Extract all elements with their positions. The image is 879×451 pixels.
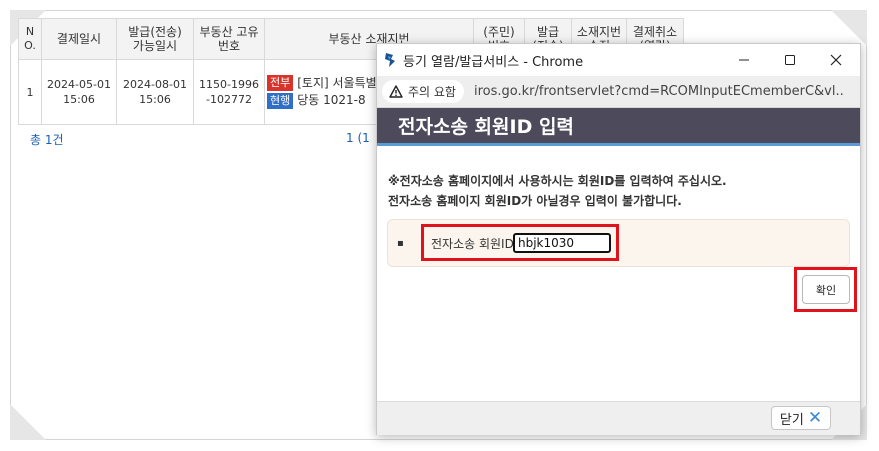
col-header-payment-date: 결제일시 bbox=[41, 18, 117, 60]
window-title: 등기 열람/발급서비스 - Chrome bbox=[403, 54, 584, 70]
property-id-line2: -102772 bbox=[206, 93, 252, 106]
maximize-icon bbox=[785, 55, 795, 65]
col-header-no: N O. bbox=[18, 18, 42, 60]
tag-current: 현행 bbox=[267, 93, 294, 109]
title-bar[interactable]: 등기 열람/발급서비스 - Chrome bbox=[377, 44, 860, 76]
payment-date: 2024-05-01 bbox=[47, 78, 111, 91]
close-icon bbox=[830, 54, 842, 66]
frame-corner bbox=[831, 10, 867, 46]
notice-line1: ※전자소송 홈페이지에서 사용하시는 회원ID를 입력하여 주십시오. bbox=[388, 174, 727, 188]
maximize-button[interactable] bbox=[767, 44, 813, 76]
cell-issue-date: 2024-08-01 15:06 bbox=[116, 59, 194, 125]
minimize-button[interactable] bbox=[721, 44, 767, 76]
notice-text: ※전자소송 홈페이지에서 사용하시는 회원ID를 입력하여 주십시오. 전자소송… bbox=[388, 171, 727, 211]
bullet: ▪ bbox=[397, 238, 404, 249]
close-dialog-label: 닫기 bbox=[779, 412, 804, 428]
total-count: 총 1건 bbox=[30, 133, 64, 147]
cell-property-id: 1150-1996 -102772 bbox=[193, 59, 265, 125]
warning-icon bbox=[389, 85, 403, 98]
cell-no: 1 bbox=[18, 59, 42, 125]
warning-text: 주의 요함 bbox=[408, 85, 456, 99]
frame-corner bbox=[10, 404, 46, 440]
col-header-issue-date: 발급(전송) 가능일시 bbox=[116, 18, 194, 60]
notice-line2: 전자소송 홈페이지 회원ID가 아닐경우 입력이 불가합니다. bbox=[388, 194, 682, 208]
security-warning-chip[interactable]: 주의 요함 bbox=[382, 80, 464, 103]
popup-window: 등기 열람/발급서비스 - Chrome 주의 요함 iros.go.kr/fr… bbox=[376, 43, 861, 435]
dialog-header: 전자소송 회원ID 입력 bbox=[377, 108, 860, 146]
property-id-line1: 1150-1996 bbox=[199, 78, 259, 91]
issue-date: 2024-08-01 bbox=[123, 78, 187, 91]
highlight-box-input bbox=[421, 224, 619, 261]
close-button[interactable] bbox=[813, 44, 859, 76]
address-bar: 주의 요함 iros.go.kr/frontservlet?cmd=RCOMIn… bbox=[377, 76, 860, 108]
close-dialog-button[interactable]: 닫기 ✕ bbox=[771, 406, 831, 430]
payment-time: 15:06 bbox=[63, 93, 95, 106]
pagination[interactable]: 1 (1 bbox=[346, 131, 370, 145]
address-line2: 당동 1021-8 bbox=[297, 93, 366, 107]
app-icon bbox=[385, 53, 395, 67]
col-header-property-id: 부동산 고유번호 bbox=[193, 18, 265, 60]
confirm-button[interactable]: 확인 bbox=[802, 275, 850, 304]
url-text[interactable]: iros.go.kr/frontservlet?cmd=RCOMInputECm… bbox=[474, 84, 844, 99]
close-x-icon: ✕ bbox=[807, 408, 823, 428]
tag-all: 전부 bbox=[267, 75, 294, 91]
address-line1: [토지] 서울특별 bbox=[297, 76, 377, 90]
cell-payment-date: 2024-05-01 15:06 bbox=[41, 59, 117, 125]
minimize-icon bbox=[739, 59, 749, 61]
issue-time: 15:06 bbox=[139, 93, 171, 106]
